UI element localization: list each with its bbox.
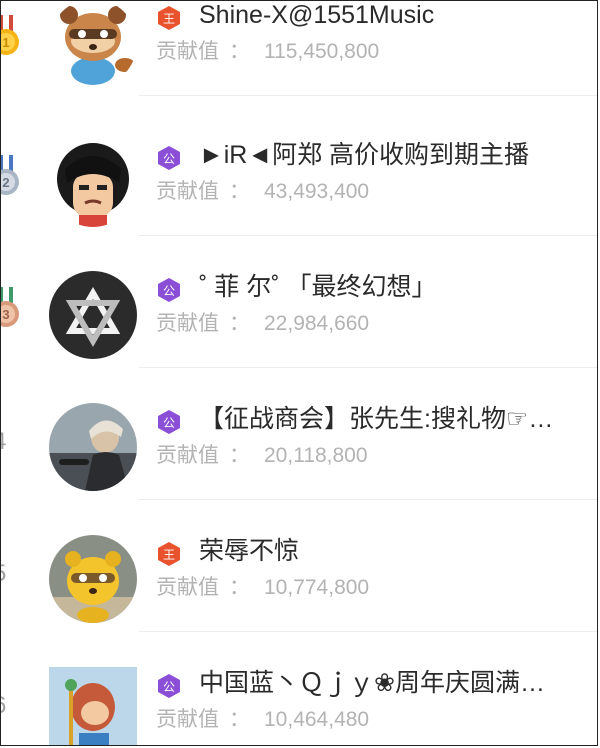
rank-number: 4: [1, 427, 11, 457]
separator: ：: [229, 576, 250, 599]
divider: [139, 631, 597, 632]
contribution-number: 20,118,800: [264, 444, 368, 467]
svg-text:2: 2: [2, 175, 9, 190]
rank-1: 1: [1, 1, 23, 109]
rank-3: 3: [1, 249, 23, 381]
divider: [139, 367, 597, 368]
svg-text:公: 公: [163, 284, 175, 298]
avatar[interactable]: [49, 403, 137, 491]
avatar[interactable]: [49, 139, 137, 227]
list-item[interactable]: 4 公 【征战商会】张先生:搜礼物☞… 贡献值 ： 20,118,800: [1, 381, 597, 513]
contribution-number: 10,774,800: [264, 576, 370, 599]
contribution-number: 115,450,800: [264, 40, 380, 63]
contribution-label: 贡献值: [156, 444, 219, 467]
bronze-medal-icon: 3: [1, 287, 19, 327]
user-name[interactable]: 【征战商会】张先生:搜礼物☞…: [199, 401, 595, 437]
separator: ：: [229, 444, 250, 467]
contribution-value: 贡献值 ： 20,118,800: [156, 441, 576, 471]
svg-text:公: 公: [163, 152, 175, 166]
rank-4: 4: [1, 381, 23, 513]
separator: ：: [229, 40, 250, 63]
contribution-value: 贡献值 ： 43,493,400: [156, 177, 576, 207]
contribution-value: 贡献值 ： 10,774,800: [156, 573, 576, 603]
list-item[interactable]: 1 王 Shine-X@1551Music 贡献值： 115,450,800: [1, 1, 597, 109]
rank-6: 6: [1, 645, 23, 745]
user-name[interactable]: 荣辱不惊: [199, 533, 595, 569]
svg-text:王: 王: [163, 548, 175, 562]
avatar[interactable]: [49, 667, 137, 745]
contribution-ranking-list: 1 王 Shine-X@1551Music 贡献值： 115,450,800 2…: [0, 0, 598, 746]
rank-number: 6: [1, 691, 11, 721]
svg-text:3: 3: [2, 307, 9, 322]
avatar[interactable]: [49, 1, 137, 87]
list-item[interactable]: 3 公 ˚ 菲 尔˚ 「最终幻想」 贡献值 ： 22,984,660: [1, 249, 597, 381]
contribution-number: 43,493,400: [264, 180, 370, 203]
divider: [139, 499, 597, 500]
rank-number: 5: [1, 559, 11, 589]
user-name[interactable]: ˚ 菲 尔˚ 「最终幻想」: [199, 269, 595, 305]
level-badge-icon: 公: [158, 278, 180, 302]
avatar[interactable]: [49, 535, 137, 623]
contribution-number: 10,464,480: [264, 708, 370, 731]
contribution-label: 贡献值: [156, 40, 219, 63]
separator: ：: [229, 312, 250, 335]
silver-medal-icon: 2: [1, 155, 19, 195]
level-badge-icon: 公: [158, 146, 180, 170]
avatar[interactable]: [49, 271, 137, 359]
svg-text:公: 公: [163, 680, 175, 694]
level-badge-icon: 王: [158, 542, 180, 566]
contribution-value: 贡献值 ： 22,984,660: [156, 309, 576, 339]
rank-2: 2: [1, 117, 23, 249]
list-item[interactable]: 6 公 中国蓝丶Ｑｊｙ❀周年庆圆满… 贡献值 ： 10,464,480: [1, 645, 597, 745]
contribution-label: 贡献值: [156, 576, 219, 599]
divider: [139, 235, 597, 236]
list-item[interactable]: 2 公 ►iR◄阿郑 高价收购到期主播 贡献值 ： 43,493,400: [1, 117, 597, 249]
rank-5: 5: [1, 513, 23, 645]
level-badge-icon: 公: [158, 674, 180, 698]
contribution-value: 贡献值 ： 10,464,480: [156, 705, 576, 735]
svg-text:1: 1: [2, 35, 9, 50]
list-item[interactable]: 5 王 荣辱不惊 贡献值 ： 10,774,800: [1, 513, 597, 645]
contribution-value: 贡献值 ： 115,450,800: [156, 37, 576, 67]
contribution-number: 22,984,660: [264, 312, 370, 335]
separator: ：: [229, 180, 250, 203]
contribution-label: 贡献值: [156, 312, 219, 335]
divider: [139, 95, 597, 96]
svg-text:公: 公: [163, 416, 175, 430]
user-name[interactable]: ►iR◄阿郑 高价收购到期主播: [199, 137, 595, 173]
gold-medal-icon: 1: [1, 15, 19, 55]
user-name[interactable]: Shine-X@1551Music: [199, 1, 595, 33]
contribution-label: 贡献值: [156, 180, 219, 203]
contribution-label: 贡献值: [156, 708, 219, 731]
separator: ：: [229, 708, 250, 731]
svg-text:王: 王: [163, 12, 175, 26]
level-badge-icon: 公: [158, 410, 180, 434]
level-badge-icon: 王: [158, 6, 180, 30]
user-name[interactable]: 中国蓝丶Ｑｊｙ❀周年庆圆满…: [199, 665, 595, 701]
